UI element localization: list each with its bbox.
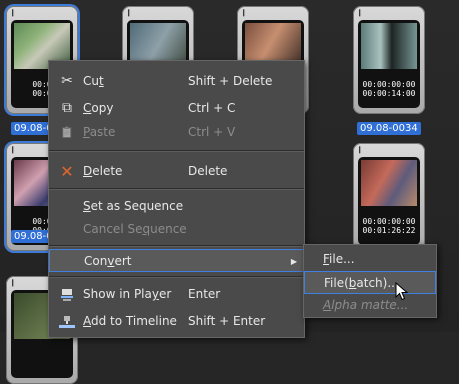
menu-separator <box>49 188 304 190</box>
menu-item-convert[interactable]: Convert ▶ <box>49 249 304 272</box>
clip-flag-icon: 𝄃 <box>359 146 362 156</box>
menu-item-shortcut: Delete <box>188 164 228 178</box>
menu-item-set-as-sequence[interactable]: Set as Sequence <box>49 195 304 218</box>
menu-item-shortcut: Ctrl + V <box>188 125 236 139</box>
timecode-in: 00:00:00:00 <box>362 80 416 89</box>
mouse-cursor-icon <box>395 282 409 301</box>
clip-flag-icon: 𝄃 <box>12 9 15 19</box>
menu-item-cut[interactable]: ✂ Cut Shift + Delete <box>49 70 304 93</box>
menu-item-shortcut: Shift + Delete <box>188 74 273 88</box>
menu-item-label: Set as Sequence <box>83 199 184 213</box>
clip-preview <box>361 160 417 206</box>
menu-item-shortcut: Ctrl + C <box>188 101 236 115</box>
submenu-item-label: File(batch)... <box>324 276 399 290</box>
scissors-icon: ✂ <box>61 73 73 89</box>
submenu-item-file[interactable]: File... <box>304 248 436 271</box>
menu-item-label: Cancel Sequence <box>83 222 187 236</box>
timecode-out: 00:00:14:00 <box>362 89 416 98</box>
clip-thumbnail[interactable]: 𝄃 00:00:00:00 00:00:14:00 <box>353 6 425 114</box>
menu-item-shortcut: Enter <box>188 287 221 301</box>
clip-label[interactable]: 09.08-0034 <box>357 122 421 135</box>
timecode-in: 00:00:00:00 <box>362 217 416 226</box>
clip-screen: 00:00:00:00 00:01:26:22 <box>358 157 420 245</box>
menu-item-label: Convert <box>84 254 132 268</box>
menu-item-label: Show in Player <box>83 287 172 301</box>
menu-separator <box>49 245 304 247</box>
clip-preview <box>361 23 417 69</box>
player-icon <box>59 283 75 306</box>
menu-item-label: Paste <box>83 125 116 139</box>
menu-item-delete[interactable]: ✕ Delete Delete <box>49 160 304 183</box>
clip-screen: 00:00:00:00 00:00:14:00 <box>358 20 420 108</box>
clip-thumbnail[interactable]: 𝄃 00:00:00:00 00:01:26:22 <box>353 143 425 251</box>
menu-item-copy[interactable]: ⧉ Copy Ctrl + C <box>49 97 304 120</box>
submenu-item-file-batch[interactable]: File(batch)... <box>304 271 436 294</box>
menu-separator <box>49 150 304 152</box>
context-menu: ✂ Cut Shift + Delete ⧉ Copy Ctrl + C 📋 P… <box>48 60 305 338</box>
menu-item-shortcut: Shift + Enter <box>188 314 266 328</box>
menu-separator <box>49 276 304 278</box>
menu-item-paste[interactable]: 📋 Paste Ctrl + V <box>49 121 304 144</box>
clip-flag-icon: 𝄃 <box>12 146 15 156</box>
convert-submenu: File... File(batch)... Alpha matte... <box>303 244 437 318</box>
submenu-item-label: File... <box>323 252 355 266</box>
timecode-out: 00:01:26:22 <box>362 226 416 235</box>
menu-item-cancel-sequence[interactable]: Cancel Sequence <box>49 218 304 241</box>
menu-item-label: Add to Timeline <box>83 314 177 328</box>
delete-x-icon: ✕ <box>60 162 74 181</box>
clip-flag-icon: 𝄃 <box>12 279 15 289</box>
submenu-arrow-icon: ▶ <box>290 257 297 266</box>
menu-item-label: Cut <box>83 74 104 88</box>
menu-item-label: Delete <box>83 164 123 178</box>
clip-flag-icon: 𝄃 <box>128 9 131 19</box>
submenu-item-alpha-matte[interactable]: Alpha matte... <box>304 294 436 317</box>
clip-flag-icon: 𝄃 <box>243 9 246 19</box>
timeline-icon <box>59 310 75 333</box>
menu-item-label: Copy <box>83 101 114 115</box>
clip-flag-icon: 𝄃 <box>359 9 362 19</box>
menu-item-show-in-player[interactable]: Show in Player Enter <box>49 283 304 306</box>
paste-icon: 📋 <box>60 126 74 139</box>
copy-icon: ⧉ <box>62 100 72 116</box>
menu-item-add-to-timeline[interactable]: Add to Timeline Shift + Enter <box>49 310 304 333</box>
